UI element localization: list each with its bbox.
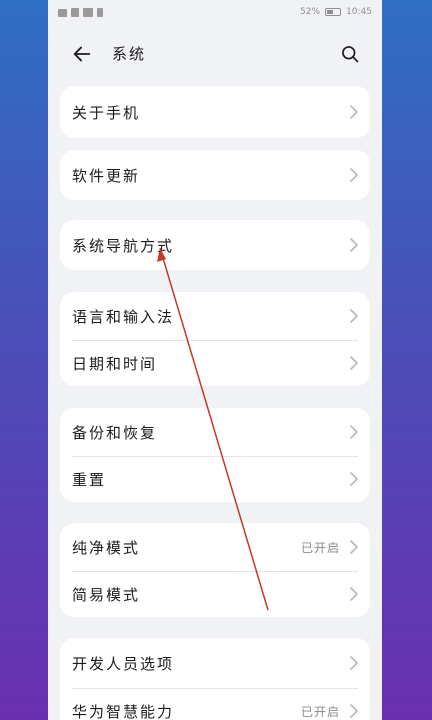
- chevron-right-icon: [350, 704, 358, 718]
- settings-group: 纯净模式 已开启 简易模式: [60, 523, 370, 617]
- settings-item-pure-mode[interactable]: 纯净模式 已开启: [60, 523, 370, 571]
- arrow-left-icon: [73, 46, 91, 62]
- battery-percent: 52%: [300, 7, 321, 17]
- chevron-right-icon: [350, 168, 358, 182]
- settings-item-about-phone[interactable]: 关于手机: [60, 86, 370, 138]
- chevron-right-icon: [350, 425, 358, 439]
- chevron-right-icon: [350, 238, 358, 252]
- status-icons-left: [58, 8, 103, 17]
- battery-icon: [325, 8, 342, 16]
- settings-item-label: 华为智慧能力: [72, 702, 175, 720]
- settings-item-label: 开发人员选项: [72, 654, 175, 673]
- settings-group: 软件更新: [60, 150, 370, 200]
- settings-item-date-time[interactable]: 日期和时间: [60, 340, 370, 386]
- settings-item-backup-restore[interactable]: 备份和恢复: [60, 408, 370, 456]
- chevron-right-icon: [350, 105, 358, 119]
- page-title: 系统: [112, 45, 147, 63]
- settings-group: 系统导航方式: [60, 220, 370, 270]
- back-button[interactable]: [68, 40, 96, 68]
- chevron-right-icon: [350, 356, 358, 370]
- settings-item-value: 已开启: [300, 540, 340, 555]
- settings-group: 关于手机: [60, 86, 370, 138]
- phone-screen: 52% 10:45 系统 关于手机 软件更新 系统导航方式 语言和输入法 日期和…: [48, 0, 382, 720]
- settings-item-developer-options[interactable]: 开发人员选项: [60, 638, 370, 688]
- status-icons-right: 52% 10:45: [300, 7, 372, 17]
- settings-item-language-input[interactable]: 语言和输入法: [60, 292, 370, 340]
- vibrate-icon: [97, 8, 103, 17]
- settings-item-simple-mode[interactable]: 简易模式: [60, 571, 370, 617]
- chevron-right-icon: [350, 472, 358, 486]
- header: 系统: [48, 30, 382, 78]
- signal-icon: [83, 8, 93, 17]
- settings-item-label: 备份和恢复: [72, 423, 158, 442]
- hd-icon: [58, 8, 67, 17]
- settings-item-label: 纯净模式: [72, 538, 141, 557]
- settings-item-label: 简易模式: [72, 585, 141, 604]
- clock: 10:45: [346, 7, 372, 17]
- settings-item-system-navigation[interactable]: 系统导航方式: [60, 220, 370, 270]
- settings-group: 语言和输入法 日期和时间: [60, 292, 370, 386]
- settings-item-label: 语言和输入法: [72, 307, 175, 326]
- settings-item-label: 日期和时间: [72, 354, 158, 373]
- chevron-right-icon: [350, 587, 358, 601]
- settings-item-label: 系统导航方式: [72, 236, 175, 255]
- signal-icon: [71, 8, 79, 17]
- settings-item-label: 关于手机: [72, 103, 141, 122]
- settings-item-software-update[interactable]: 软件更新: [60, 150, 370, 200]
- chevron-right-icon: [350, 656, 358, 670]
- chevron-right-icon: [350, 309, 358, 323]
- chevron-right-icon: [350, 540, 358, 554]
- settings-item-reset[interactable]: 重置: [60, 456, 370, 502]
- search-button[interactable]: [336, 40, 364, 68]
- status-bar: 52% 10:45: [48, 0, 382, 30]
- settings-item-huawei-intelligence[interactable]: 华为智慧能力 已开启: [60, 688, 370, 720]
- settings-item-label: 软件更新: [72, 166, 141, 185]
- settings-item-value: 已开启: [300, 704, 340, 719]
- search-icon: [342, 46, 359, 63]
- settings-group: 备份和恢复 重置: [60, 408, 370, 502]
- settings-group: 开发人员选项 华为智慧能力 已开启: [60, 638, 370, 720]
- settings-item-label: 重置: [72, 470, 107, 489]
